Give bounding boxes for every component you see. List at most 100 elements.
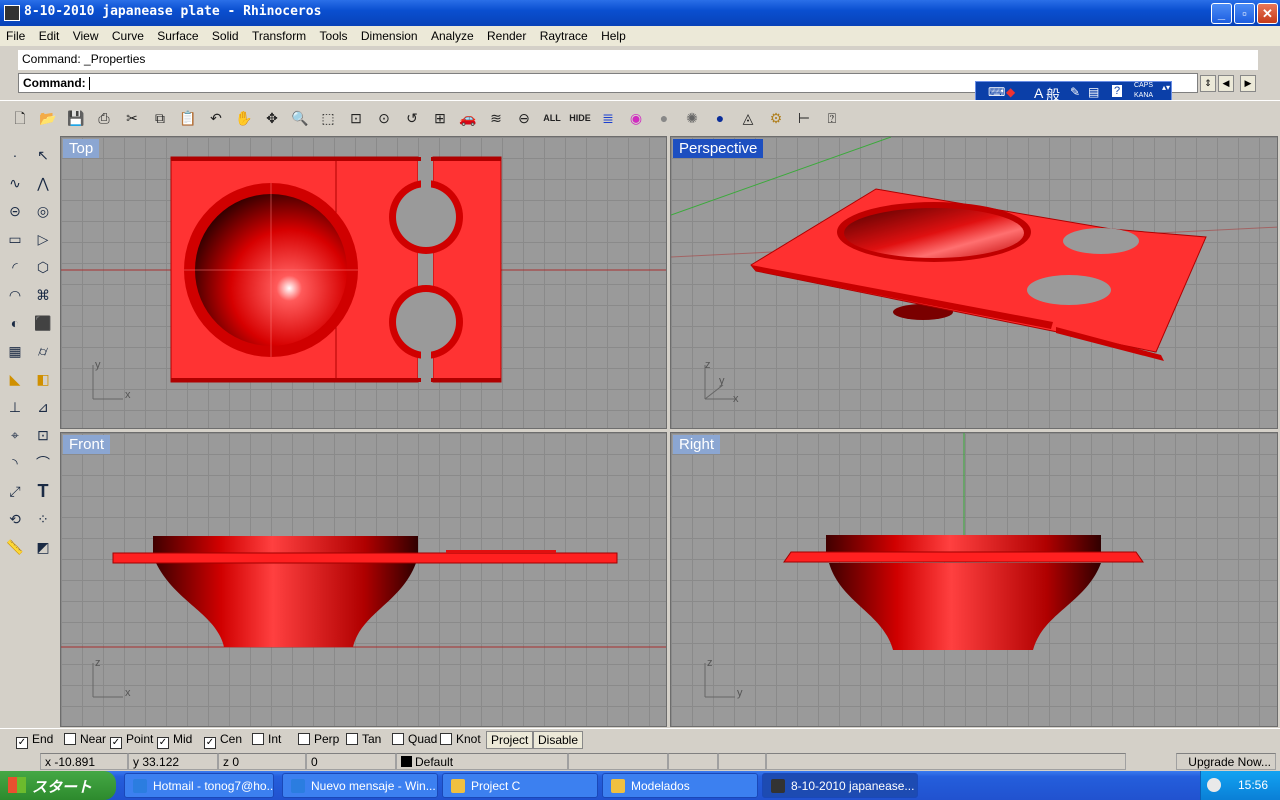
menu-curve[interactable]: Curve — [106, 26, 148, 43]
minimize-button[interactable]: _ — [1211, 3, 1232, 24]
box-icon[interactable]: ⬛ — [30, 310, 56, 336]
transform-icon[interactable]: ◧ — [30, 366, 56, 392]
undo-view-icon[interactable]: ↺ — [400, 107, 424, 131]
close-button[interactable]: ✕ — [1257, 3, 1278, 24]
viewport-top[interactable]: Top y x — [60, 136, 667, 429]
panel-icon[interactable]: ◩ — [30, 534, 56, 560]
color-wheel-icon[interactable]: ◉ — [624, 107, 648, 131]
osnap-near-checkbox[interactable] — [64, 733, 76, 745]
maximize-button[interactable]: ▫ — [1234, 3, 1255, 24]
ime-options-icon[interactable]: ▴▾ — [1162, 83, 1170, 92]
status-cell-osnap[interactable] — [766, 753, 1126, 770]
four-viewports-icon[interactable]: ⊞ — [428, 107, 452, 131]
task-modelados[interactable]: Modelados — [602, 773, 758, 798]
zoom-extents-icon[interactable]: ⊡ — [344, 107, 368, 131]
rotate-view-icon[interactable]: ✥ — [260, 107, 284, 131]
menu-file[interactable]: File — [0, 26, 29, 43]
dimension-angle-icon[interactable]: ◣ — [2, 366, 28, 392]
menu-solid[interactable]: Solid — [206, 26, 243, 43]
viewport-right[interactable]: Right z y — [670, 432, 1278, 727]
viewport-right-label[interactable]: Right — [673, 435, 721, 454]
scroll-up-down-button[interactable]: ⇕ — [1200, 75, 1216, 92]
osnap-perp[interactable]: Perp — [298, 732, 339, 746]
status-cell-planar[interactable] — [718, 753, 766, 770]
render-sphere-icon[interactable]: ● — [708, 107, 732, 131]
menu-surface[interactable]: Surface — [151, 26, 202, 43]
trim-icon[interactable]: ⊿ — [30, 394, 56, 420]
osnap-tan-checkbox[interactable] — [346, 733, 358, 745]
help-icon[interactable]: ⍰ — [820, 107, 844, 131]
menu-analyze[interactable]: Analyze — [425, 26, 478, 43]
osnap-knot-checkbox[interactable] — [440, 733, 452, 745]
disable-button[interactable]: Disable — [533, 731, 584, 749]
osnap-point-checkbox[interactable]: ✓ — [110, 737, 122, 749]
scroll-left-button[interactable]: ◀ — [1218, 75, 1234, 92]
rendered-sphere-icon[interactable]: ✺ — [680, 107, 704, 131]
zoom-icon[interactable]: 🔍 — [288, 107, 312, 131]
extend-icon[interactable]: ⊥ — [2, 394, 28, 420]
menu-tools[interactable]: Tools — [314, 26, 352, 43]
menu-render[interactable]: Render — [481, 26, 530, 43]
rotate-icon[interactable]: ⟲ — [2, 506, 28, 532]
polygon-icon[interactable]: ▷ — [30, 226, 56, 252]
scroll-right-button[interactable]: ▶ — [1240, 75, 1256, 92]
keyboard-icon[interactable]: ⌨ — [988, 85, 1005, 99]
array-icon[interactable]: ⁘ — [30, 506, 56, 532]
cut-icon[interactable]: ✂ — [120, 107, 144, 131]
start-button[interactable]: スタート — [0, 771, 116, 800]
ime-dict-icon[interactable]: ▤ — [1088, 85, 1099, 99]
ruler-icon[interactable]: 📏 — [2, 534, 28, 560]
rectangle-icon[interactable]: ▭ — [2, 226, 28, 252]
open-file-icon[interactable]: 📂 — [36, 107, 60, 131]
ellipse-icon[interactable]: ⊝ — [2, 198, 28, 224]
network-icon[interactable]: ⌘ — [30, 282, 56, 308]
hide-button[interactable]: HIDE — [568, 107, 592, 131]
osnap-mid[interactable]: ✓ Mid — [157, 732, 192, 749]
ime-lang[interactable]: A — [1034, 85, 1043, 101]
group-icon[interactable]: ⊡ — [30, 422, 56, 448]
menu-help[interactable]: Help — [595, 26, 630, 43]
named-view-car-icon[interactable]: 🚗 — [456, 107, 480, 131]
status-cell-snap[interactable] — [568, 753, 668, 770]
paste-icon[interactable]: 📋 — [176, 107, 200, 131]
speaker-icon[interactable] — [1207, 778, 1221, 792]
osnap-int[interactable]: Int — [252, 732, 281, 746]
ime-help-icon[interactable]: ? — [1112, 85, 1123, 97]
osnap-quad-checkbox[interactable] — [392, 733, 404, 745]
menu-dimension[interactable]: Dimension — [355, 26, 422, 43]
zoom-selected-icon[interactable]: ⊙ — [372, 107, 396, 131]
dimension-icon[interactable]: ⊢ — [792, 107, 816, 131]
print-icon[interactable]: ⎙ — [92, 107, 116, 131]
point-icon[interactable]: · — [2, 142, 28, 168]
osnap-cen[interactable]: ✓ Cen — [204, 732, 242, 749]
surface-icon[interactable]: ◠ — [2, 282, 28, 308]
text-tool-icon[interactable]: T — [30, 478, 56, 504]
blend-icon[interactable]: ⌒ — [30, 450, 56, 476]
move-icon[interactable]: ⌖ — [2, 422, 28, 448]
viewport-top-label[interactable]: Top — [63, 139, 100, 158]
zoom-window-icon[interactable]: ⬚ — [316, 107, 340, 131]
cylinder-icon[interactable]: ⌭ — [30, 338, 56, 364]
scale-icon[interactable]: ⤢ — [2, 478, 28, 504]
hexagon-icon[interactable]: ⬡ — [30, 254, 56, 280]
viewport-perspective-label[interactable]: Perspective — [673, 139, 764, 158]
select-arrow-icon[interactable]: ↖ — [30, 142, 56, 168]
ime-tool-icon[interactable]: ✎ — [1070, 85, 1080, 99]
curve-icon[interactable]: ∿ — [2, 170, 28, 196]
copy-icon[interactable]: ⧉ — [148, 107, 172, 131]
arc-icon[interactable]: ◜ — [2, 254, 28, 280]
menu-transform[interactable]: Transform — [246, 26, 310, 43]
circle-icon[interactable]: ◎ — [30, 198, 56, 224]
layer-stack-icon[interactable]: ≣ — [596, 107, 620, 131]
options-gear-icon[interactable]: ⚙ — [764, 107, 788, 131]
new-file-icon[interactable]: 🗋 — [8, 107, 32, 131]
task-rhino[interactable]: 8-10-2010 japanease... — [762, 773, 918, 798]
select-icon[interactable]: ⊖ — [512, 107, 536, 131]
viewport-perspective[interactable]: Perspective z y x — [670, 136, 1278, 429]
osnap-end-checkbox[interactable]: ✓ — [16, 737, 28, 749]
undo-icon[interactable]: ↶ — [204, 107, 228, 131]
osnap-knot[interactable]: Knot — [440, 732, 481, 746]
polyline-icon[interactable]: ⋀ — [30, 170, 56, 196]
upgrade-now-link[interactable]: Upgrade Now... — [1176, 753, 1276, 770]
light-cone-icon[interactable]: ◬ — [736, 107, 760, 131]
